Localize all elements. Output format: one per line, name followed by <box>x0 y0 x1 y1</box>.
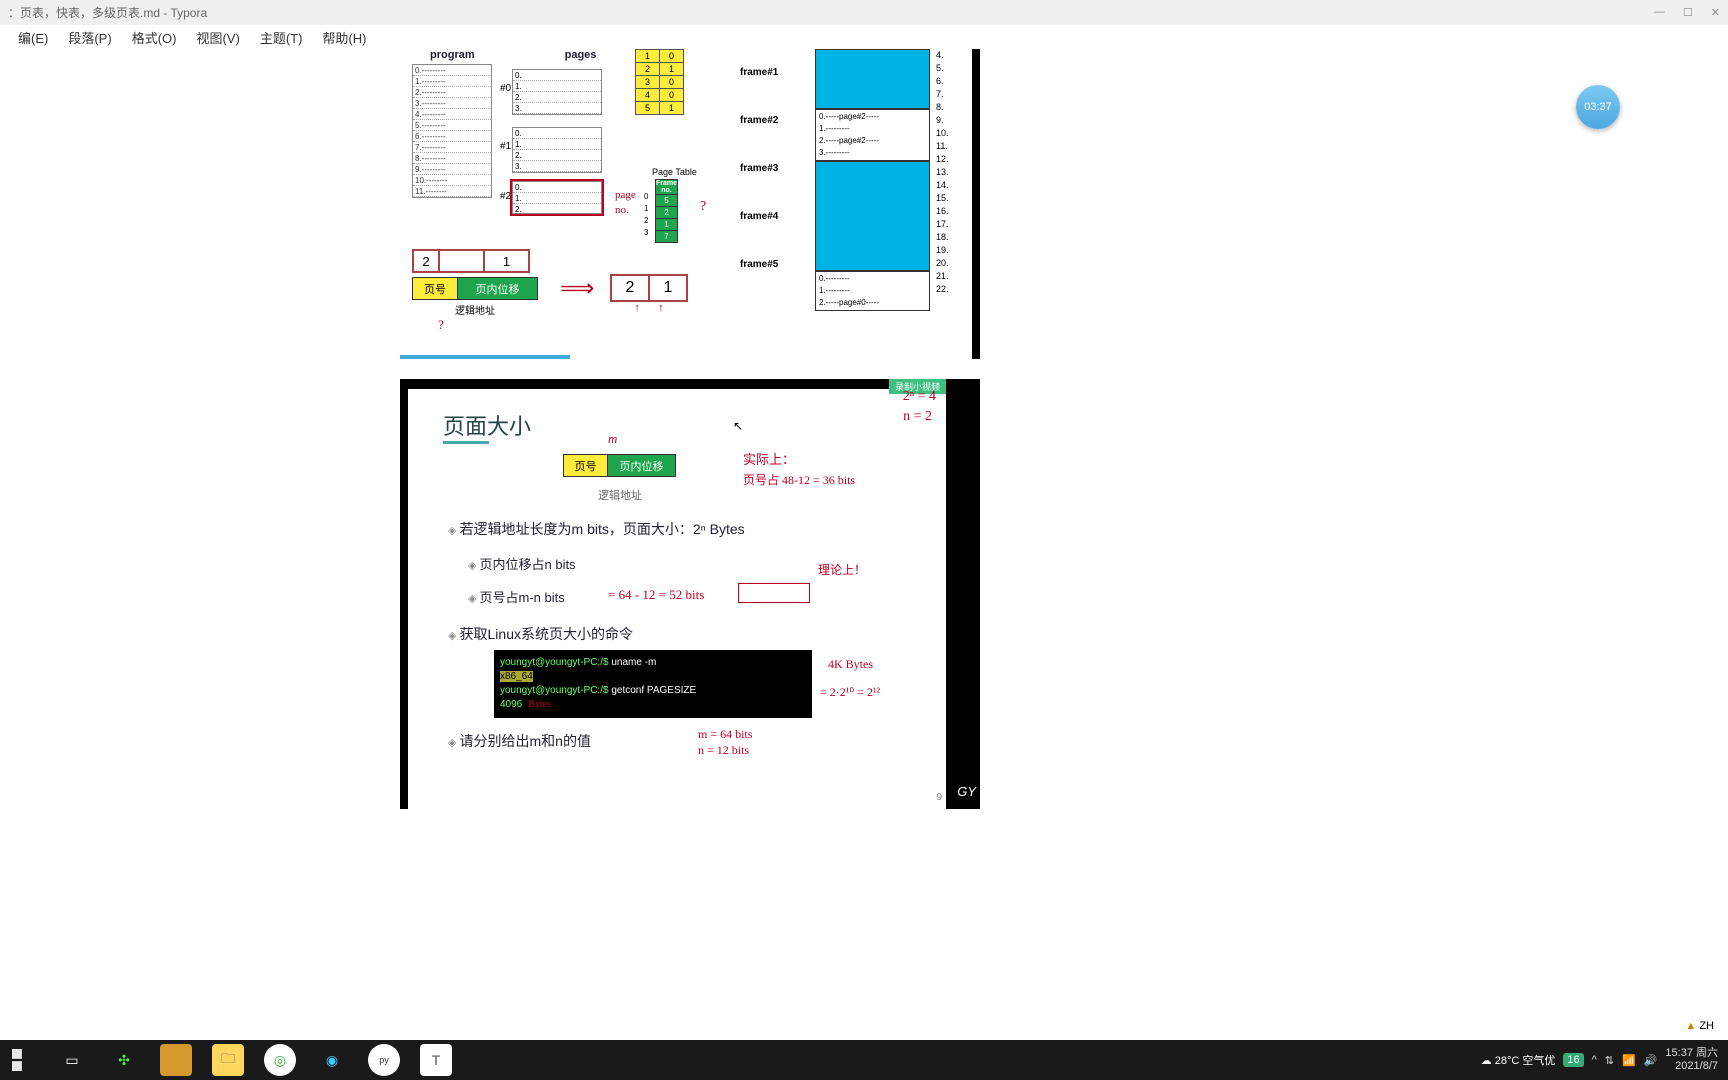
logical-address: 21 页号页内位移 逻辑地址 ? <box>412 249 538 333</box>
tray-chevron-icon[interactable]: ^ <box>1592 1054 1597 1066</box>
browser-icon-1[interactable]: ◎ <box>264 1044 296 1076</box>
slide-image-1: program pages 0.---------1.---------2.---… <box>400 49 980 359</box>
task-view-icon[interactable]: ▭ <box>56 1044 88 1076</box>
network-icon[interactable]: ⇅ <box>1605 1054 1614 1067</box>
minimize-button[interactable]: — <box>1654 6 1665 19</box>
start-button[interactable] <box>12 1049 34 1071</box>
warning-icon: ▲ <box>1685 1020 1696 1032</box>
translated-address: 21 ↑ ↑ <box>610 274 688 314</box>
bullet-1: 若逻辑地址长度为m bits，页面大小：2ⁿ Bytes <box>448 519 745 539</box>
handwriting-power: = 2·2¹⁰ = 2¹² <box>820 685 880 700</box>
handwriting-eq1: 2ⁿ = 4 <box>903 389 936 405</box>
bullet-5: 请分别给出m和n的值 <box>448 731 591 751</box>
address-diagram: 页号页内位移 <box>563 454 676 477</box>
taskbar[interactable]: ▭ ✣ 🗀 ◎ ◉ py T ☁ 28°C 空气优 16 ^ ⇅ 📶 🔊 15:… <box>0 1040 1728 1080</box>
file-explorer-icon[interactable]: 🗀 <box>212 1044 244 1076</box>
menu-help[interactable]: 帮助(H) <box>312 25 376 50</box>
editor-content[interactable]: program pages 0.---------1.---------2.---… <box>0 49 1728 1040</box>
bullet-2: 页内位移占n bits <box>468 554 576 573</box>
memory-column: 0.-----page#2-----1.---------2.-----page… <box>815 49 930 311</box>
handwriting-calc: = 64 - 12 = 52 bits <box>608 587 704 603</box>
yellow-table: 10 21 30 40 51 <box>635 49 684 115</box>
typora-icon[interactable]: T <box>420 1044 452 1076</box>
close-button[interactable]: ✕ <box>1711 6 1720 19</box>
menu-edit[interactable]: 编(E) <box>8 25 58 50</box>
progress-bar <box>400 355 570 359</box>
edge-icon[interactable]: ◉ <box>316 1044 348 1076</box>
language-indicator: ▲ ZH <box>1685 1020 1714 1032</box>
weather-widget[interactable]: ☁ 28°C 空气优 <box>1481 1052 1556 1068</box>
label-program: program <box>430 49 475 61</box>
app-icon-round[interactable]: py <box>368 1044 400 1076</box>
handwriting-actual: 实际上： <box>743 449 795 468</box>
bullet-4: 获取Linux系统页大小的命令 <box>448 624 633 644</box>
handwriting-m: m <box>608 431 617 447</box>
bullet-3: 页号占m-n bits <box>468 587 565 606</box>
titlebar: ：页表，快表，多级页表.md - Typora — ☐ ✕ <box>0 0 1728 25</box>
wifi-icon[interactable]: 📶 <box>1622 1054 1636 1067</box>
mouse-cursor-icon: ↖ <box>733 419 743 433</box>
menu-view[interactable]: 视图(V) <box>186 25 249 50</box>
volume-icon[interactable]: 🔊 <box>1644 1054 1658 1067</box>
menu-theme[interactable]: 主题(T) <box>250 25 313 50</box>
handwriting-4k: 4K Bytes <box>828 657 873 672</box>
page-label-1: #1 <box>500 141 511 152</box>
label-pages: pages <box>565 49 597 61</box>
page-box-0: 0.1.2.3. <box>512 69 602 115</box>
box-52bits <box>738 583 810 603</box>
frame-labels: frame#1frame#2 frame#3frame#4 frame#5 <box>740 49 778 289</box>
handwriting-n12: n = 12 bits <box>698 743 749 758</box>
watermark: GY <box>957 784 976 799</box>
handwriting-eq2: n = 2 <box>903 409 932 425</box>
handwriting-bits: 页号占 48-12 = 36 bits <box>743 471 855 488</box>
tray-badge[interactable]: 16 <box>1563 1053 1583 1067</box>
clock[interactable]: 15:37 周六2021/8/7 <box>1665 1047 1718 1073</box>
app-icon-1[interactable]: ✣ <box>108 1044 140 1076</box>
maximize-button[interactable]: ☐ <box>1683 6 1693 19</box>
handwriting-q1: ? <box>700 199 706 215</box>
pagetable-index: 0123 <box>644 191 648 239</box>
slide-image-2: 录制小视频 页面大小 2ⁿ = 4 n = 2 m 页号页内位移 逻辑地址 实际… <box>400 379 980 809</box>
app-icon-yellow[interactable] <box>160 1044 192 1076</box>
program-listing: 0.---------1.---------2.---------3.-----… <box>412 64 492 198</box>
memory-numbers: 4.5.6.7. 8.9.10.11. 12.13.14.15. 16.17.1… <box>936 49 949 296</box>
arrow-icon: ⟹ <box>560 274 594 303</box>
menubar: 编(E) 段落(P) 格式(O) 视图(V) 主题(T) 帮助(H) <box>0 25 1728 49</box>
window-title: ：页表，快表，多级页表.md - Typora <box>8 4 207 21</box>
page-number: 9 <box>936 792 942 803</box>
menu-format[interactable]: 格式(O) <box>122 25 187 50</box>
slide-title: 页面大小 <box>443 409 531 441</box>
page-box-1: 0.1.2.3. <box>512 127 602 173</box>
handwriting-page: page <box>615 189 636 201</box>
handwriting-m64: m = 64 bits <box>698 727 752 742</box>
terminal: youngyt@youngyt-PC:/$ uname -m x86_64 yo… <box>493 649 813 719</box>
system-tray[interactable]: ☁ 28°C 空气优 16 ^ ⇅ 📶 🔊 15:37 周六2021/8/7 <box>1481 1047 1728 1073</box>
page-label-2: #2 <box>500 191 511 202</box>
label-pagetable: Page Table <box>652 167 697 177</box>
recording-timer[interactable]: 03:37 <box>1576 85 1620 129</box>
page-box-2: 0.1.2. <box>512 181 602 214</box>
handwriting-no: no. <box>615 204 629 216</box>
page-label-0: #0 <box>500 83 511 94</box>
handwriting-theory: 理论上！ <box>818 561 866 578</box>
address-label: 逻辑地址 <box>598 487 642 503</box>
page-table: Frame no. 5 2 1 7 <box>655 179 678 243</box>
menu-paragraph[interactable]: 段落(P) <box>58 25 121 50</box>
